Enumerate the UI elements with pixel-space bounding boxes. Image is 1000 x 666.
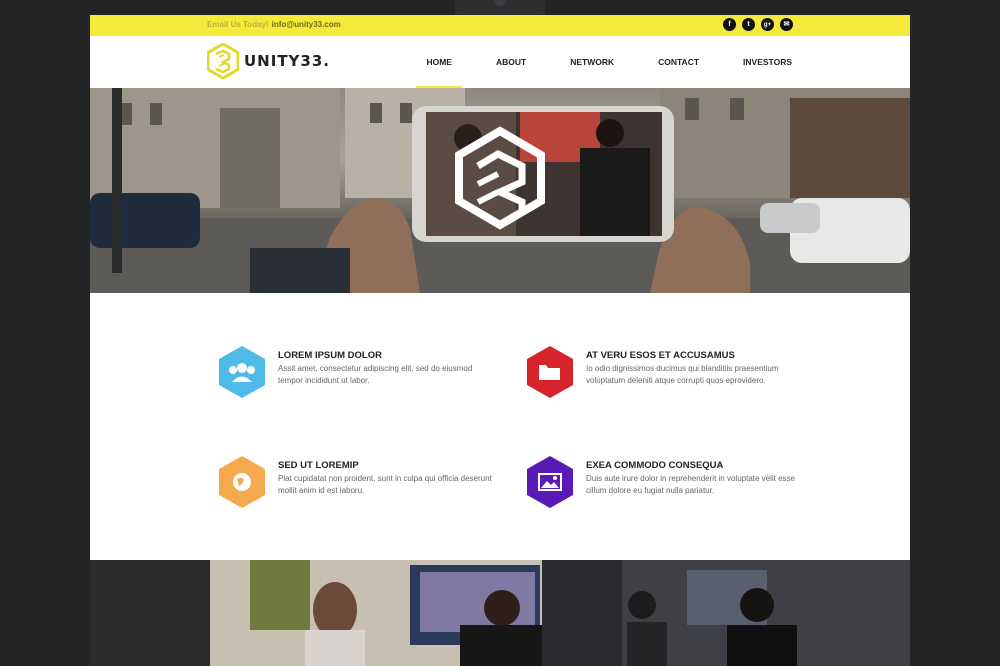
feature-item: LOREM IPSUM DOLOR Assit amet, consectetu… [218,345,508,405]
email-label: Email Us Today! [207,20,269,29]
unity33-logo-icon [207,43,239,79]
nav-contact[interactable]: CONTACT [614,36,699,88]
image-icon [527,456,573,508]
hero-banner [90,88,910,293]
logo-text: UNITY33. [244,52,330,70]
top-bar: Email Us Today! info@unity33.com f t g+ ✉ [90,15,910,36]
main-nav: HOME ABOUT NETWORK CONTACT INVESTORS [416,36,792,88]
browser-tab [455,0,545,15]
hero-photo [90,88,910,293]
gallery-photo[interactable] [90,560,542,666]
feature-description: Plat cupidatat non proident, sunt in cul… [278,474,492,495]
twitter-icon[interactable]: t [742,18,755,31]
feature-item: EXEA COMMODO CONSEQUA Duis aute irure do… [526,455,816,515]
email-icon[interactable]: ✉ [780,18,793,31]
studio-photo [90,560,542,666]
tab-dot [494,0,506,6]
feature-title: SED UT LOREMIP [278,460,359,471]
nav-network[interactable]: NETWORK [526,36,614,88]
email-info: Email Us Today! info@unity33.com [207,20,341,29]
nav-home[interactable]: HOME [416,36,462,88]
feature-title: AT VERU ESOS ET ACCUSAMUS [586,350,735,361]
website-frame: Email Us Today! info@unity33.com f t g+ ✉… [90,15,910,666]
nav-investors[interactable]: INVESTORS [699,36,792,88]
feature-description: Duis aute irure dolor in reprehenderit i… [586,474,796,495]
google-plus-icon[interactable]: g+ [761,18,774,31]
globe-icon [219,456,265,508]
photo-strip [90,560,910,666]
features-section: LOREM IPSUM DOLOR Assit amet, consectetu… [90,293,910,560]
users-icon [219,346,265,398]
facebook-icon[interactable]: f [723,18,736,31]
site-header: UNITY33. HOME ABOUT NETWORK CONTACT INVE… [90,36,910,88]
nav-about[interactable]: ABOUT [452,36,526,88]
email-link[interactable]: info@unity33.com [272,20,341,29]
social-links: f t g+ ✉ [723,18,793,31]
feature-description: Assit amet, consectetur adipiscing elit,… [278,364,473,385]
feature-item: SED UT LOREMIP Plat cupidatat non proide… [218,455,508,515]
interview-photo [542,560,910,666]
site-logo[interactable]: UNITY33. [207,43,330,79]
feature-title: LOREM IPSUM DOLOR [278,350,382,361]
feature-title: EXEA COMMODO CONSEQUA [586,460,724,471]
folder-icon [527,346,573,398]
gallery-photo[interactable] [542,560,910,666]
feature-description: Io odio dignissimos ducimus qui blanditi… [586,364,779,385]
feature-item: AT VERU ESOS ET ACCUSAMUS Io odio dignis… [526,345,816,405]
